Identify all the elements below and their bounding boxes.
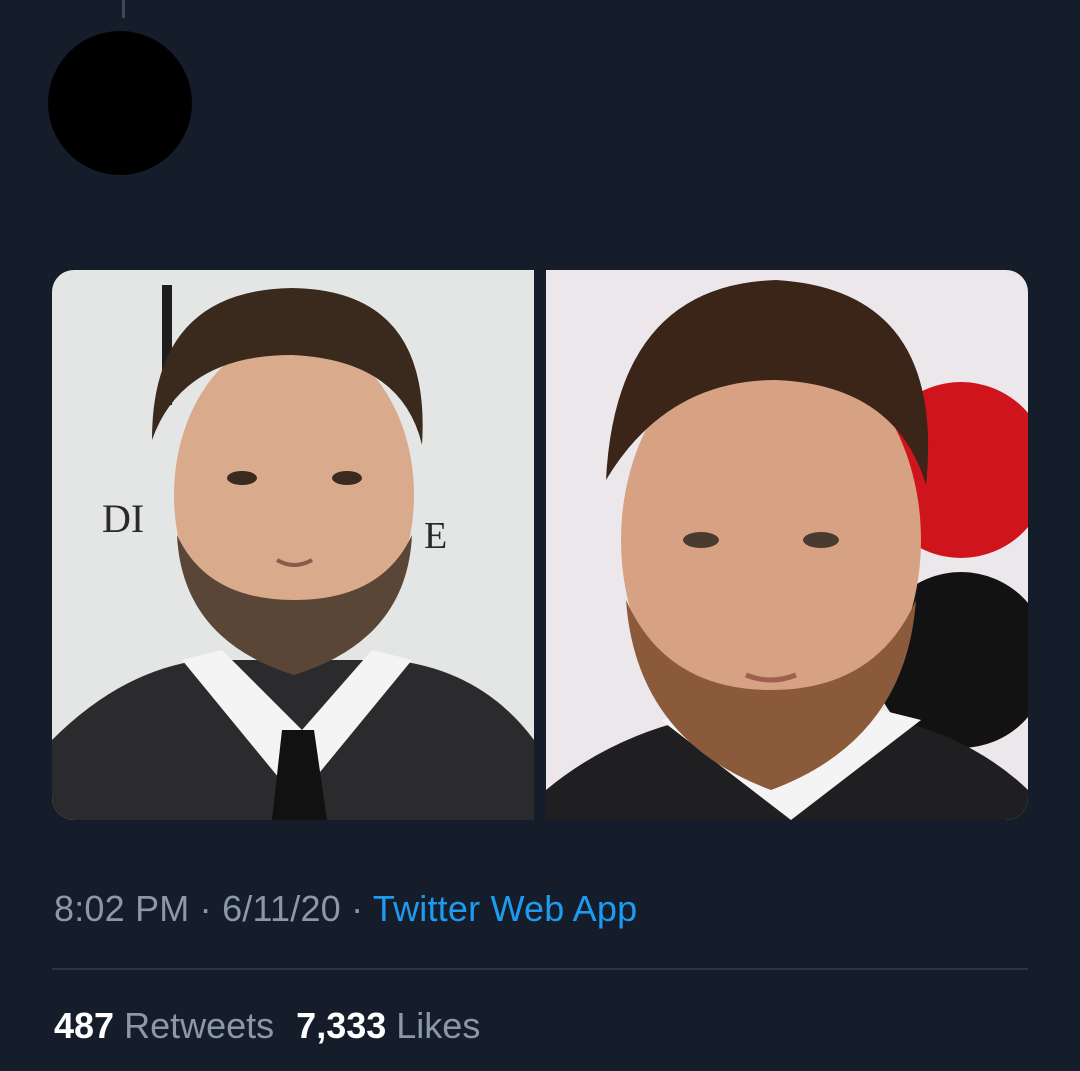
avatar[interactable] [48, 31, 192, 175]
tweet-time[interactable]: 8:02 PM [54, 888, 189, 929]
likes-stat[interactable]: 7,333 Likes [296, 1005, 480, 1046]
media-photo-right[interactable] [546, 270, 1028, 820]
likes-count: 7,333 [296, 1005, 387, 1046]
photo-right-image [546, 270, 1028, 820]
likes-label: Likes [396, 1005, 481, 1046]
meta-separator: · [189, 888, 223, 929]
tweet: DI E 8:02 PM · 6/11/20 · Twitter Web App… [0, 0, 1080, 1071]
tweet-source-link[interactable]: Twitter Web App [373, 888, 637, 929]
meta-separator: · [340, 888, 373, 929]
retweets-stat[interactable]: 487 Retweets [54, 1005, 274, 1046]
divider [52, 968, 1028, 970]
media-photo-left[interactable]: DI E [52, 270, 534, 820]
tweet-stats: 487 Retweets 7,333 Likes [54, 1005, 480, 1047]
backdrop-text-left: DI [102, 496, 144, 541]
thread-connector-line [122, 0, 125, 18]
photo-left-image: DI E [52, 270, 534, 820]
media-grid: DI E [52, 270, 1028, 820]
retweets-label: Retweets [124, 1005, 275, 1046]
tweet-date[interactable]: 6/11/20 [222, 888, 341, 929]
tweet-meta: 8:02 PM · 6/11/20 · Twitter Web App [54, 888, 637, 930]
backdrop-text-right: E [424, 515, 447, 557]
retweets-count: 487 [54, 1005, 115, 1046]
